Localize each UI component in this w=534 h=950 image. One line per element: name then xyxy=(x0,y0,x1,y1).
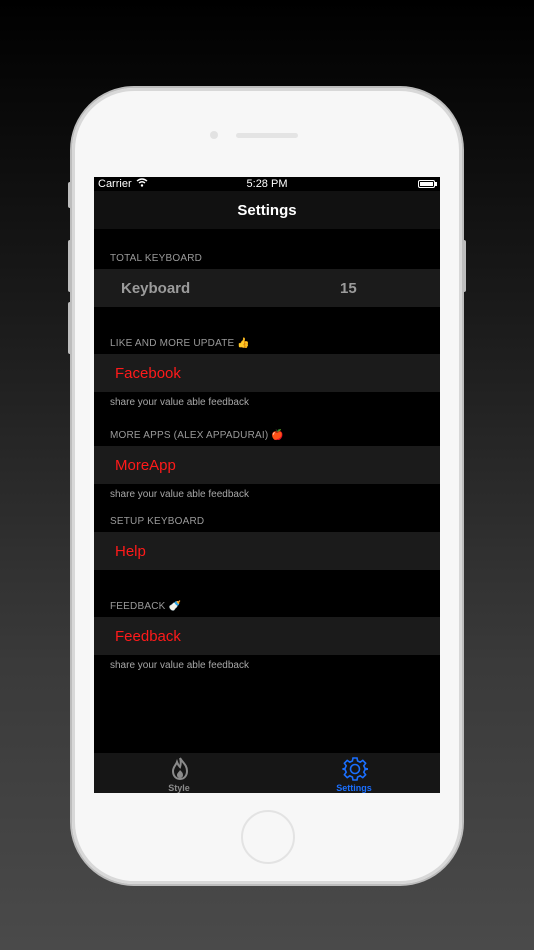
tab-style[interactable]: Style xyxy=(119,753,239,793)
facebook-cell[interactable]: Facebook xyxy=(94,354,440,392)
tab-style-label: Style xyxy=(168,783,190,793)
feedback-footer: share your value able feedback xyxy=(110,660,249,671)
tab-settings[interactable]: Settings xyxy=(294,753,414,793)
section-header-feedback: FEEDBACK 🍼 xyxy=(110,601,182,612)
volume-up-button xyxy=(68,240,72,292)
keyboard-count: 15 xyxy=(340,280,357,297)
section-header-like-update: LIKE AND MORE UPDATE 👍 xyxy=(110,338,251,349)
help-cell[interactable]: Help xyxy=(94,532,440,570)
keyboard-count-cell: Keyboard 15 xyxy=(94,269,440,307)
flame-icon xyxy=(167,756,193,782)
power-button xyxy=(462,240,466,292)
gear-icon xyxy=(342,756,369,782)
battery-icon xyxy=(418,180,437,188)
clock: 5:28 PM xyxy=(246,178,288,190)
section-header-more-apps: MORE APPS (ALEX APPADURAI) 🍎 xyxy=(110,430,285,441)
feedback-cell[interactable]: Feedback xyxy=(94,617,440,655)
facebook-label: Facebook xyxy=(115,365,181,382)
facebook-footer: share your value able feedback xyxy=(110,397,249,408)
mute-switch xyxy=(68,182,72,208)
home-button[interactable] xyxy=(241,810,295,864)
section-header-setup-keyboard: SETUP KEYBOARD xyxy=(110,516,205,527)
volume-down-button xyxy=(68,302,72,354)
status-bar: Carrier 5:28 PM xyxy=(94,177,440,191)
feedback-label: Feedback xyxy=(115,628,181,645)
tab-bar: Style Settings xyxy=(94,753,440,793)
app-screen: Carrier 5:28 PM Settings TOTAL KEYBOARD … xyxy=(94,177,440,793)
earpiece-speaker xyxy=(236,133,298,138)
navigation-bar: Settings xyxy=(94,191,440,229)
help-label: Help xyxy=(115,543,146,560)
more-app-footer: share your value able feedback xyxy=(110,489,249,500)
section-header-total-keyboard: TOTAL KEYBOARD xyxy=(110,253,203,264)
keyboard-label: Keyboard xyxy=(121,280,191,297)
more-app-cell[interactable]: MoreApp xyxy=(94,446,440,484)
front-camera xyxy=(210,131,218,139)
tab-settings-label: Settings xyxy=(336,783,372,793)
more-app-label: MoreApp xyxy=(115,457,176,474)
page-title: Settings xyxy=(237,202,297,219)
